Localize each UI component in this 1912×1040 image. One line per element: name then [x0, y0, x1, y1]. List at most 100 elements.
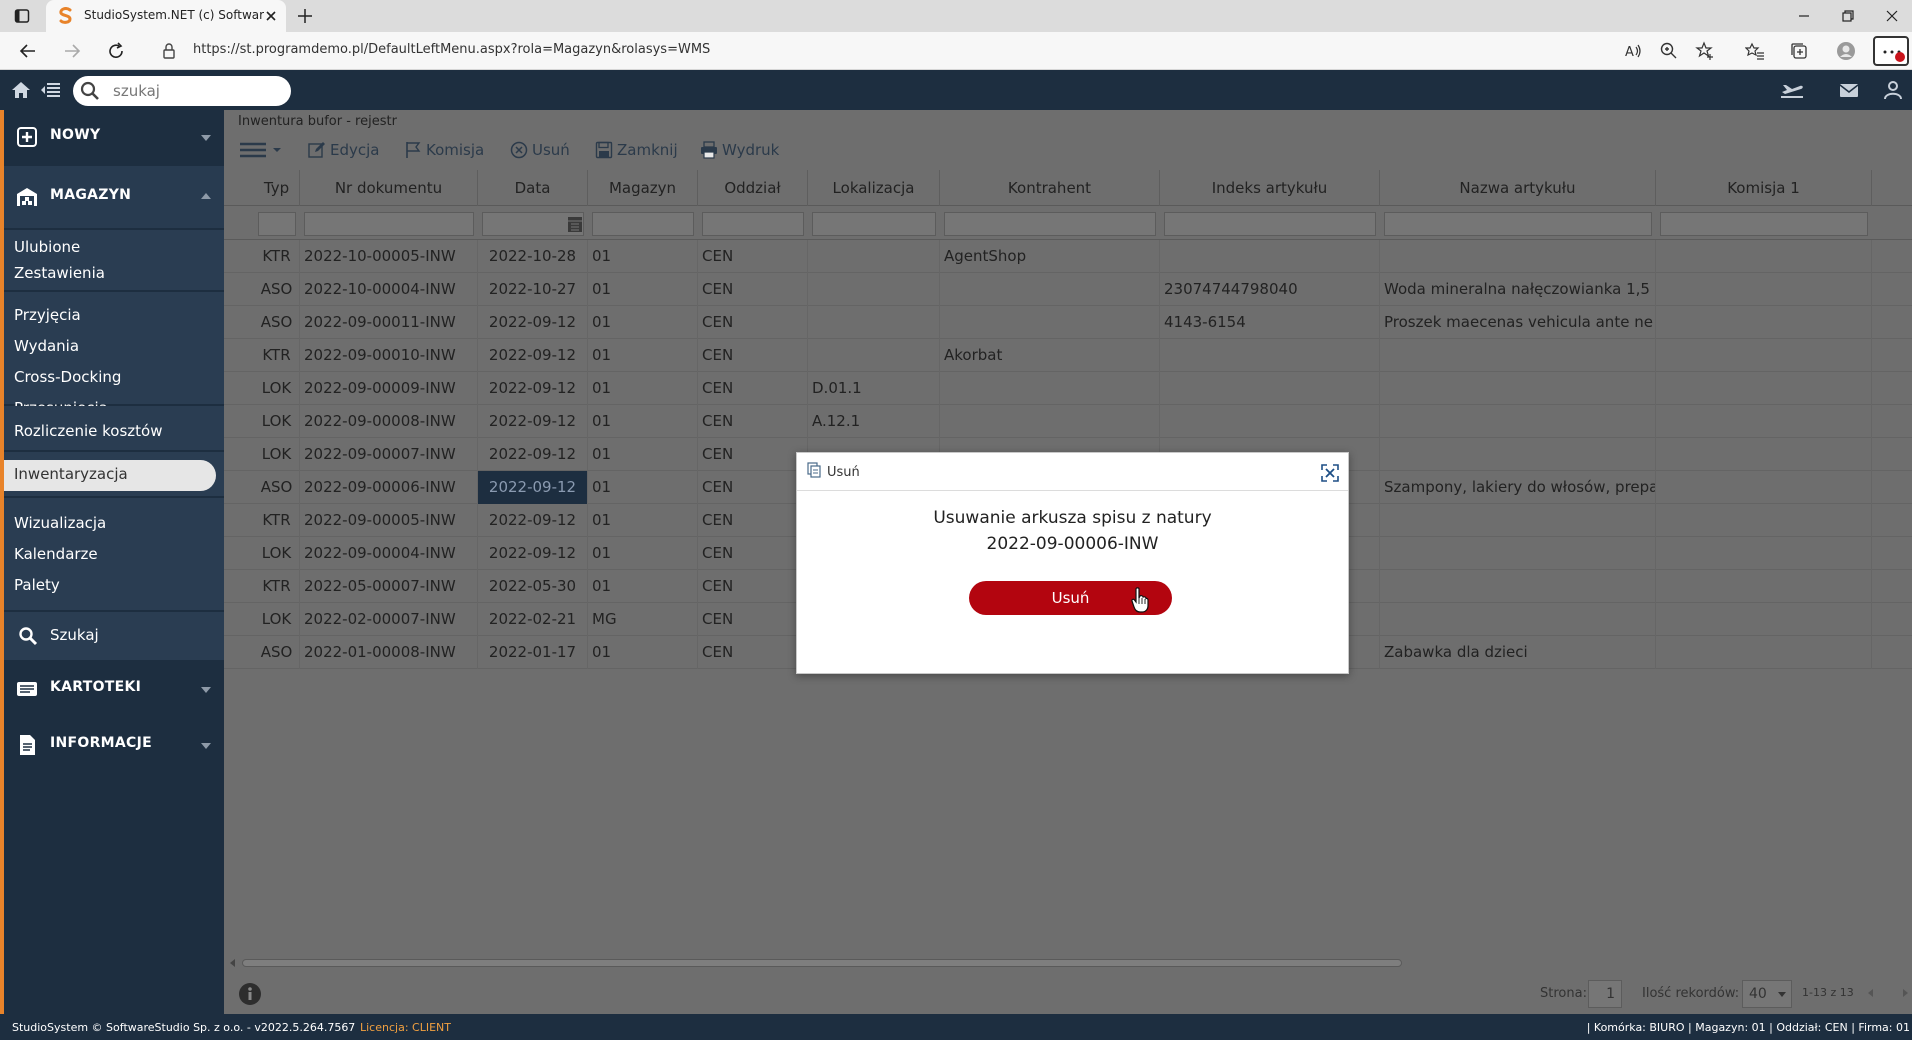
cell-nazwa-artykulu[interactable]: [1380, 372, 1656, 405]
profile-icon[interactable]: [1836, 41, 1856, 61]
cell-kontrahent[interactable]: [940, 372, 1160, 405]
filter-typ[interactable]: [258, 212, 296, 236]
cell-indeks-artykulu[interactable]: [1160, 405, 1380, 438]
cell-komisja-1[interactable]: [1656, 471, 1872, 504]
cell-oddzial[interactable]: CEN: [698, 570, 808, 603]
cell-nr-dokumentu[interactable]: 2022-09-00007-INW: [300, 438, 478, 471]
restore-icon[interactable]: [1840, 8, 1856, 24]
sidebar-item-wizualizacja[interactable]: Wizualizacja: [14, 514, 106, 532]
user-icon[interactable]: [1882, 80, 1904, 100]
komisja-button[interactable]: Komisja: [404, 140, 492, 160]
cell-lokalizacja[interactable]: [808, 339, 940, 372]
cell-nr-dokumentu[interactable]: 2022-09-00011-INW: [300, 306, 478, 339]
sidebar-item-rozliczenie-kosztow[interactable]: Rozliczenie kosztów: [14, 422, 163, 440]
table-row[interactable]: ASO 2022-09-00011-INW 2022-09-12 01 CEN 4143-…: [224, 306, 1912, 339]
menu-collapse-icon[interactable]: [40, 80, 62, 100]
sidebar-item-palety[interactable]: Palety: [14, 576, 60, 594]
home-icon[interactable]: [10, 80, 32, 100]
cell-nazwa-artykulu[interactable]: [1380, 570, 1656, 603]
info-icon[interactable]: [238, 982, 262, 1006]
read-aloud-icon[interactable]: A: [1623, 41, 1643, 61]
column-header-typ[interactable]: Typ: [254, 170, 300, 206]
cell-typ[interactable]: LOK: [254, 372, 300, 405]
cell-magazyn[interactable]: 01: [588, 537, 698, 570]
page-number-input[interactable]: 1: [1588, 980, 1622, 1008]
cell-indeks-artykulu[interactable]: [1160, 240, 1380, 273]
table-row[interactable]: LOK 2022-09-00009-INW 2022-09-12 01 CEN D.01.…: [224, 372, 1912, 405]
mail-icon[interactable]: [1838, 80, 1860, 100]
cell-oddzial[interactable]: CEN: [698, 438, 808, 471]
global-search[interactable]: [73, 76, 291, 106]
cell-nr-dokumentu[interactable]: 2022-09-00005-INW: [300, 504, 478, 537]
cell-oddzial[interactable]: CEN: [698, 306, 808, 339]
cell-data[interactable]: 2022-09-12: [478, 537, 588, 570]
zoom-icon[interactable]: [1659, 41, 1679, 61]
tab-close-icon[interactable]: [264, 9, 278, 23]
cell-nr-dokumentu[interactable]: 2022-09-00006-INW: [300, 471, 478, 504]
cell-magazyn[interactable]: 01: [588, 372, 698, 405]
cell-typ[interactable]: LOK: [254, 405, 300, 438]
scrollbar-thumb[interactable]: [242, 959, 1402, 967]
sidebar-section-informacje[interactable]: INFORMACJE: [4, 718, 224, 772]
cell-typ[interactable]: KTR: [254, 339, 300, 372]
table-row[interactable]: KTR 2022-10-00005-INW 2022-10-28 01 CEN Agent…: [224, 240, 1912, 273]
column-header-komisja-1[interactable]: Komisja 1: [1656, 170, 1872, 206]
column-header-magazyn[interactable]: Magazyn: [588, 170, 698, 206]
cell-typ[interactable]: ASO: [254, 273, 300, 306]
cell-magazyn[interactable]: 01: [588, 339, 698, 372]
cell-oddzial[interactable]: CEN: [698, 372, 808, 405]
new-tab-icon[interactable]: [296, 7, 314, 25]
cell-data[interactable]: 2022-09-12: [478, 504, 588, 537]
favorites-icon[interactable]: [1745, 41, 1765, 61]
column-header-data[interactable]: Data: [478, 170, 588, 206]
cell-kontrahent[interactable]: [940, 306, 1160, 339]
settings-more-button[interactable]: [1873, 36, 1909, 66]
cell-komisja-1[interactable]: [1656, 636, 1872, 669]
cell-magazyn[interactable]: 01: [588, 306, 698, 339]
cell-nazwa-artykulu[interactable]: Proszek maecenas vehicula ante ne: [1380, 306, 1656, 339]
sidebar-item-wydania[interactable]: Wydania: [14, 337, 79, 355]
reload-icon[interactable]: [106, 41, 126, 61]
prev-page-icon[interactable]: [1866, 988, 1876, 998]
cell-oddzial[interactable]: CEN: [698, 273, 808, 306]
sidebar-section-nowy[interactable]: NOWY: [4, 110, 224, 164]
cell-data[interactable]: 2022-09-12: [478, 306, 588, 339]
cell-typ[interactable]: KTR: [254, 570, 300, 603]
cell-kontrahent[interactable]: AgentShop: [940, 240, 1160, 273]
column-header-oddzial[interactable]: Oddział: [698, 170, 808, 206]
cell-magazyn[interactable]: 01: [588, 504, 698, 537]
cell-typ[interactable]: ASO: [254, 306, 300, 339]
cell-komisja-1[interactable]: [1656, 570, 1872, 603]
filter-magazyn[interactable]: [592, 212, 694, 236]
cell-oddzial[interactable]: CEN: [698, 636, 808, 669]
cell-oddzial[interactable]: CEN: [698, 537, 808, 570]
sidebar-item-przyjecia[interactable]: Przyjęcia: [14, 306, 81, 324]
cell-magazyn[interactable]: 01: [588, 636, 698, 669]
cell-magazyn[interactable]: 01: [588, 240, 698, 273]
filter-kontrahent[interactable]: [944, 212, 1156, 236]
cell-magazyn[interactable]: 01: [588, 273, 698, 306]
scroll-left-icon[interactable]: [228, 958, 236, 968]
cell-magazyn[interactable]: 01: [588, 570, 698, 603]
table-row[interactable]: KTR 2022-09-00010-INW 2022-09-12 01 CEN Akorb…: [224, 339, 1912, 372]
cell-typ[interactable]: ASO: [254, 471, 300, 504]
edit-button[interactable]: Edycja: [308, 140, 384, 160]
cell-nazwa-artykulu[interactable]: Woda mineralna nałęczowianka 1,5 l: [1380, 273, 1656, 306]
column-header-kontrahent[interactable]: Kontrahent: [940, 170, 1160, 206]
sidebar-item-inwentaryzacja[interactable]: Inwentaryzacja: [4, 460, 216, 491]
cell-oddzial[interactable]: CEN: [698, 504, 808, 537]
cell-nazwa-artykulu[interactable]: [1380, 438, 1656, 471]
cell-typ[interactable]: KTR: [254, 504, 300, 537]
sidebar-item-kalendarze[interactable]: Kalendarze: [14, 545, 98, 563]
close-x-icon[interactable]: [1320, 463, 1340, 483]
column-header-nr-dokumentu[interactable]: Nr dokumentu: [300, 170, 478, 206]
back-icon[interactable]: [18, 41, 38, 61]
cell-data[interactable]: 2022-09-12: [478, 339, 588, 372]
cell-typ[interactable]: LOK: [254, 537, 300, 570]
cell-indeks-artykulu[interactable]: [1160, 372, 1380, 405]
sidebar-item-cross-docking[interactable]: Cross-Docking: [14, 368, 121, 386]
cell-magazyn[interactable]: 01: [588, 471, 698, 504]
cell-nr-dokumentu[interactable]: 2022-09-00004-INW: [300, 537, 478, 570]
filter-nazwa-artykulu[interactable]: [1384, 212, 1652, 236]
print-button[interactable]: Wydruk: [700, 140, 780, 160]
